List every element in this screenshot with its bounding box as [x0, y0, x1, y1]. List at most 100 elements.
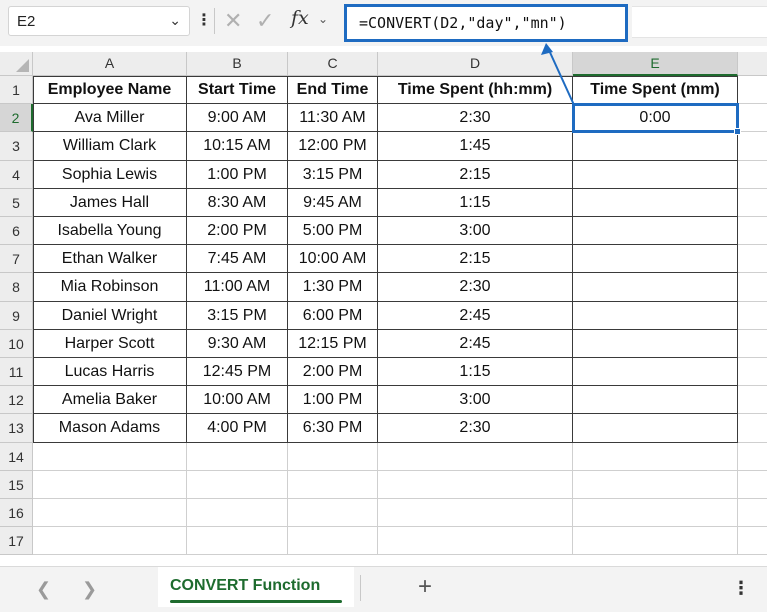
- next-sheet-icon[interactable]: ❯: [82, 579, 97, 600]
- empty-cell[interactable]: [378, 499, 573, 528]
- select-all-button[interactable]: [0, 52, 33, 76]
- empty-cell[interactable]: [573, 442, 738, 471]
- column-header-c[interactable]: C: [288, 52, 378, 76]
- function-icon[interactable]: fx: [291, 7, 309, 29]
- row-header-8[interactable]: 8: [0, 273, 33, 302]
- table-cell[interactable]: 2:15: [378, 245, 573, 274]
- row-header-1[interactable]: 1: [0, 76, 33, 105]
- row-header-5[interactable]: 5: [0, 188, 33, 217]
- table-cell[interactable]: 2:45: [378, 301, 573, 330]
- table-cell[interactable]: 2:15: [378, 160, 573, 189]
- table-cell[interactable]: 12:15 PM: [288, 329, 378, 358]
- more-options-icon[interactable]: ⋮: [732, 578, 750, 599]
- table-cell[interactable]: James Hall: [33, 188, 187, 217]
- table-cell[interactable]: 3:15 PM: [187, 301, 288, 330]
- empty-cell[interactable]: [738, 527, 767, 556]
- header-cell[interactable]: Time Spent (hh:mm): [378, 76, 573, 105]
- table-cell[interactable]: [573, 358, 738, 387]
- table-cell[interactable]: Ava Miller: [33, 104, 187, 133]
- header-cell[interactable]: Time Spent (mm): [573, 76, 738, 105]
- table-cell[interactable]: Harper Scott: [33, 329, 187, 358]
- empty-cell[interactable]: [187, 442, 288, 471]
- empty-cell[interactable]: [288, 470, 378, 499]
- table-cell[interactable]: 10:15 AM: [187, 132, 288, 161]
- formula-input[interactable]: =CONVERT(D2,"day","mn"): [344, 4, 628, 42]
- cancel-icon[interactable]: ✕: [224, 8, 242, 34]
- row-header-4[interactable]: 4: [0, 160, 33, 189]
- empty-cell[interactable]: [378, 470, 573, 499]
- add-sheet-icon[interactable]: +: [418, 573, 432, 601]
- row-header-13[interactable]: 13: [0, 414, 33, 443]
- row-header-7[interactable]: 7: [0, 245, 33, 274]
- table-cell[interactable]: [573, 414, 738, 443]
- table-cell[interactable]: [573, 245, 738, 274]
- prev-sheet-icon[interactable]: ❮: [36, 579, 51, 600]
- table-cell[interactable]: [573, 188, 738, 217]
- column-header-e[interactable]: E: [573, 52, 738, 76]
- empty-cell[interactable]: [33, 499, 187, 528]
- empty-cell[interactable]: [738, 189, 767, 217]
- row-header-11[interactable]: 11: [0, 358, 33, 387]
- empty-cell[interactable]: [738, 104, 767, 133]
- row-header-16[interactable]: 16: [0, 499, 33, 528]
- row-header-12[interactable]: 12: [0, 386, 33, 415]
- sheet-tab-convert-function[interactable]: CONVERT Function: [158, 567, 354, 607]
- row-header-6[interactable]: 6: [0, 217, 33, 246]
- table-cell[interactable]: 4:00 PM: [187, 414, 288, 443]
- row-header-9[interactable]: 9: [0, 301, 33, 330]
- table-cell[interactable]: [573, 160, 738, 189]
- header-cell[interactable]: Employee Name: [33, 76, 187, 105]
- chevron-down-icon[interactable]: ⌄: [169, 12, 181, 29]
- table-cell[interactable]: 9:45 AM: [288, 188, 378, 217]
- table-cell[interactable]: [573, 132, 738, 161]
- empty-cell[interactable]: [738, 358, 767, 387]
- table-cell[interactable]: 11:30 AM: [288, 104, 378, 133]
- empty-cell[interactable]: [378, 442, 573, 471]
- empty-cell[interactable]: [573, 499, 738, 528]
- more-options-icon[interactable]: ⋮: [196, 10, 212, 30]
- header-cell[interactable]: End Time: [288, 76, 378, 105]
- table-cell[interactable]: 12:00 PM: [288, 132, 378, 161]
- empty-cell[interactable]: [738, 330, 767, 358]
- table-cell[interactable]: Mia Robinson: [33, 273, 187, 302]
- empty-cell[interactable]: [288, 527, 378, 556]
- table-cell[interactable]: 1:15: [378, 188, 573, 217]
- table-cell[interactable]: Isabella Young: [33, 217, 187, 246]
- table-cell[interactable]: 0:00: [573, 104, 738, 133]
- enter-icon[interactable]: ✓: [256, 8, 274, 34]
- table-cell[interactable]: 2:45: [378, 329, 573, 358]
- row-header-2[interactable]: 2: [0, 104, 33, 133]
- empty-cell[interactable]: [738, 471, 767, 499]
- empty-cell[interactable]: [738, 245, 767, 274]
- formula-input-area[interactable]: [632, 6, 767, 38]
- table-cell[interactable]: 10:00 AM: [288, 245, 378, 274]
- row-header-17[interactable]: 17: [0, 527, 33, 556]
- table-cell[interactable]: Mason Adams: [33, 414, 187, 443]
- empty-cell[interactable]: [33, 527, 187, 556]
- empty-cell[interactable]: [738, 273, 767, 302]
- table-cell[interactable]: [573, 273, 738, 302]
- empty-cell[interactable]: [288, 442, 378, 471]
- name-box[interactable]: E2 ⌄: [8, 6, 190, 36]
- table-cell[interactable]: 1:00 PM: [187, 160, 288, 189]
- table-cell[interactable]: [573, 301, 738, 330]
- table-cell[interactable]: [573, 217, 738, 246]
- column-header-a[interactable]: A: [33, 52, 187, 76]
- table-cell[interactable]: [573, 386, 738, 415]
- table-cell[interactable]: 7:45 AM: [187, 245, 288, 274]
- empty-cell[interactable]: [187, 527, 288, 556]
- empty-cell[interactable]: [738, 76, 767, 105]
- table-cell[interactable]: 1:45: [378, 132, 573, 161]
- table-cell[interactable]: 12:45 PM: [187, 358, 288, 387]
- empty-cell[interactable]: [738, 414, 767, 443]
- table-cell[interactable]: 1:30 PM: [288, 273, 378, 302]
- empty-cell[interactable]: [288, 499, 378, 528]
- table-cell[interactable]: 9:00 AM: [187, 104, 288, 133]
- table-cell[interactable]: 2:30: [378, 104, 573, 133]
- empty-cell[interactable]: [573, 470, 738, 499]
- table-cell[interactable]: 1:15: [378, 358, 573, 387]
- table-cell[interactable]: 2:00 PM: [288, 358, 378, 387]
- empty-cell[interactable]: [738, 217, 767, 246]
- empty-cell[interactable]: [187, 470, 288, 499]
- table-cell[interactable]: 8:30 AM: [187, 188, 288, 217]
